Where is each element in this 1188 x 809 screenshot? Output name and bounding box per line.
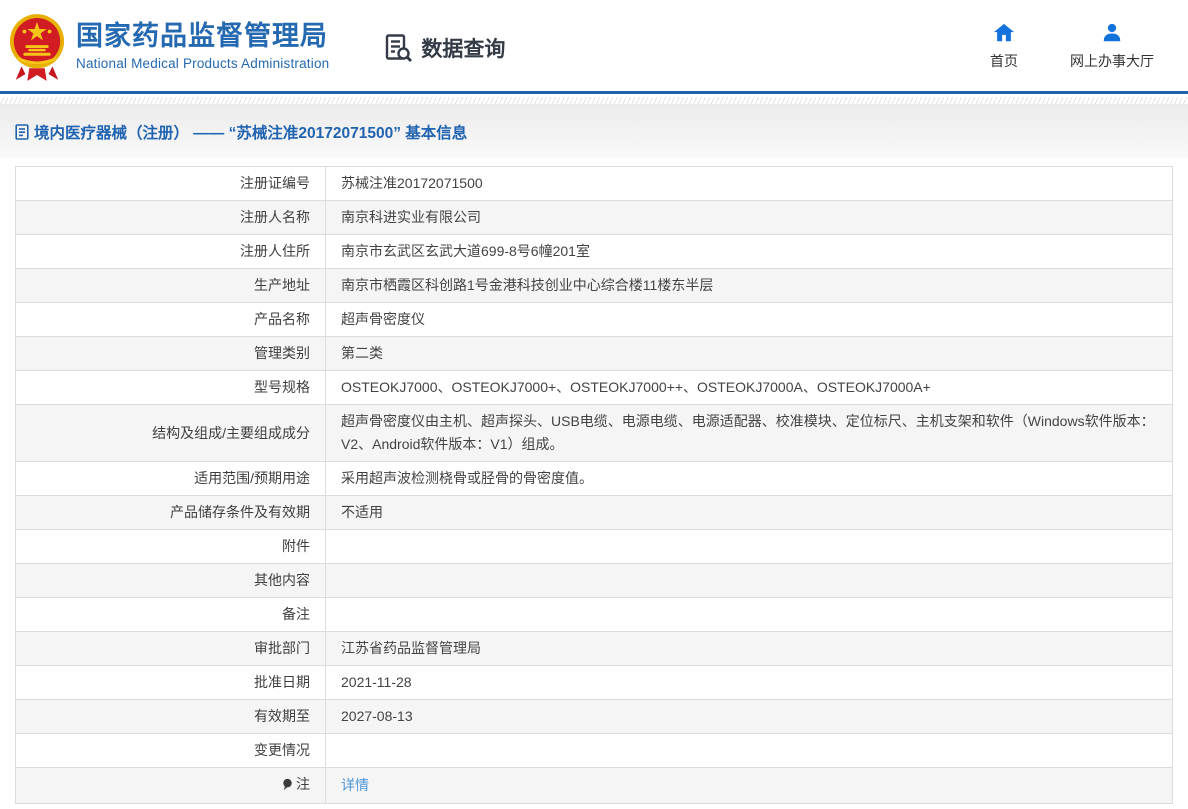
page-header: 国家药品监督管理局 National Medical Products Admi… (0, 0, 1188, 91)
national-emblem-logo (8, 12, 66, 82)
data-query-heading: 数据查询 (384, 33, 505, 63)
table-row: 注 详情 (16, 768, 1173, 804)
org-name-en: National Medical Products Administration (76, 56, 329, 71)
row-label-note: 注 (16, 768, 326, 804)
row-label: 生产地址 (16, 269, 326, 303)
row-label: 审批部门 (16, 632, 326, 666)
registration-info-table: 注册证编号 苏械注准20172071500 注册人名称 南京科进实业有限公司 注… (15, 166, 1173, 804)
row-label: 附件 (16, 530, 326, 564)
table-row: 产品名称 超声骨密度仪 (16, 303, 1173, 337)
row-value: 第二类 (326, 337, 1173, 371)
breadcrumb-text: 境内医疗器械（注册） —— “苏械注准20172071500” 基本信息 (34, 121, 467, 143)
nav-item-home[interactable]: 首页 (990, 22, 1018, 71)
row-value: 苏械注准20172071500 (326, 167, 1173, 201)
table-row: 管理类别 第二类 (16, 337, 1173, 371)
row-label: 型号规格 (16, 371, 326, 405)
breadcrumb: 境内医疗器械（注册） —— “苏械注准20172071500” 基本信息 (15, 121, 1173, 143)
row-value: 超声骨密度仪由主机、超声探头、USB电缆、电源电缆、电源适配器、校准模块、定位标… (326, 405, 1173, 462)
user-icon (1101, 22, 1123, 44)
row-value: OSTEOKJ7000、OSTEOKJ7000+、OSTEOKJ7000++、O… (326, 371, 1173, 405)
row-label: 产品名称 (16, 303, 326, 337)
table-row: 注册人住所 南京市玄武区玄武大道699-8号6幢201室 (16, 235, 1173, 269)
table-row: 批准日期 2021-11-28 (16, 666, 1173, 700)
detail-link[interactable]: 详情 (341, 777, 369, 793)
row-label: 适用范围/预期用途 (16, 462, 326, 496)
document-search-icon (384, 33, 414, 63)
row-label: 注 (296, 773, 310, 796)
row-label: 有效期至 (16, 700, 326, 734)
row-value: 不适用 (326, 496, 1173, 530)
table-row: 审批部门 江苏省药品监督管理局 (16, 632, 1173, 666)
row-label: 管理类别 (16, 337, 326, 371)
table-row: 生产地址 南京市栖霞区科创路1号金港科技创业中心综合楼11楼东半层 (16, 269, 1173, 303)
row-label: 注册人名称 (16, 201, 326, 235)
row-value: 详情 (326, 768, 1173, 804)
row-label: 其他内容 (16, 564, 326, 598)
hatch-pattern-band (0, 97, 1188, 104)
row-label: 注册人住所 (16, 235, 326, 269)
breadcrumb-band: 境内医疗器械（注册） —— “苏械注准20172071500” 基本信息 (0, 104, 1188, 158)
page-title: 数据查询 (421, 33, 505, 63)
document-icon (15, 124, 29, 140)
nav-item-label: 网上办事大厅 (1070, 51, 1154, 71)
row-value: 2021-11-28 (326, 666, 1173, 700)
table-row: 其他内容 (16, 564, 1173, 598)
row-label: 备注 (16, 598, 326, 632)
row-value: 采用超声波检测桡骨或胫骨的骨密度值。 (326, 462, 1173, 496)
row-value: 南京市玄武区玄武大道699-8号6幢201室 (326, 235, 1173, 269)
table-row: 注册证编号 苏械注准20172071500 (16, 167, 1173, 201)
table-row: 结构及组成/主要组成成分 超声骨密度仪由主机、超声探头、USB电缆、电源电缆、电… (16, 405, 1173, 462)
row-value: 南京市栖霞区科创路1号金港科技创业中心综合楼11楼东半层 (326, 269, 1173, 303)
org-title-block: 国家药品监督管理局 National Medical Products Admi… (76, 20, 329, 70)
row-value (326, 530, 1173, 564)
table-row: 附件 (16, 530, 1173, 564)
row-value (326, 598, 1173, 632)
org-name-zh: 国家药品监督管理局 (76, 20, 329, 52)
table-row: 注册人名称 南京科进实业有限公司 (16, 201, 1173, 235)
row-label: 注册证编号 (16, 167, 326, 201)
table-row: 适用范围/预期用途 采用超声波检测桡骨或胫骨的骨密度值。 (16, 462, 1173, 496)
nav-item-service-hall[interactable]: 网上办事大厅 (1070, 22, 1154, 71)
table-row: 有效期至 2027-08-13 (16, 700, 1173, 734)
table-row: 变更情况 (16, 734, 1173, 768)
row-label: 产品储存条件及有效期 (16, 496, 326, 530)
row-value: 南京科进实业有限公司 (326, 201, 1173, 235)
row-value: 2027-08-13 (326, 700, 1173, 734)
row-label: 批准日期 (16, 666, 326, 700)
row-label: 变更情况 (16, 734, 326, 768)
table-row: 备注 (16, 598, 1173, 632)
top-navigation: 首页 网上办事大厅 (990, 22, 1154, 71)
row-value: 超声骨密度仪 (326, 303, 1173, 337)
table-row: 产品储存条件及有效期 不适用 (16, 496, 1173, 530)
row-value (326, 734, 1173, 768)
row-value: 江苏省药品监督管理局 (326, 632, 1173, 666)
row-label: 结构及组成/主要组成成分 (16, 405, 326, 462)
hint-icon (282, 778, 293, 791)
table-row: 型号规格 OSTEOKJ7000、OSTEOKJ7000+、OSTEOKJ700… (16, 371, 1173, 405)
home-icon (993, 22, 1015, 44)
row-value (326, 564, 1173, 598)
nav-item-label: 首页 (990, 51, 1018, 71)
